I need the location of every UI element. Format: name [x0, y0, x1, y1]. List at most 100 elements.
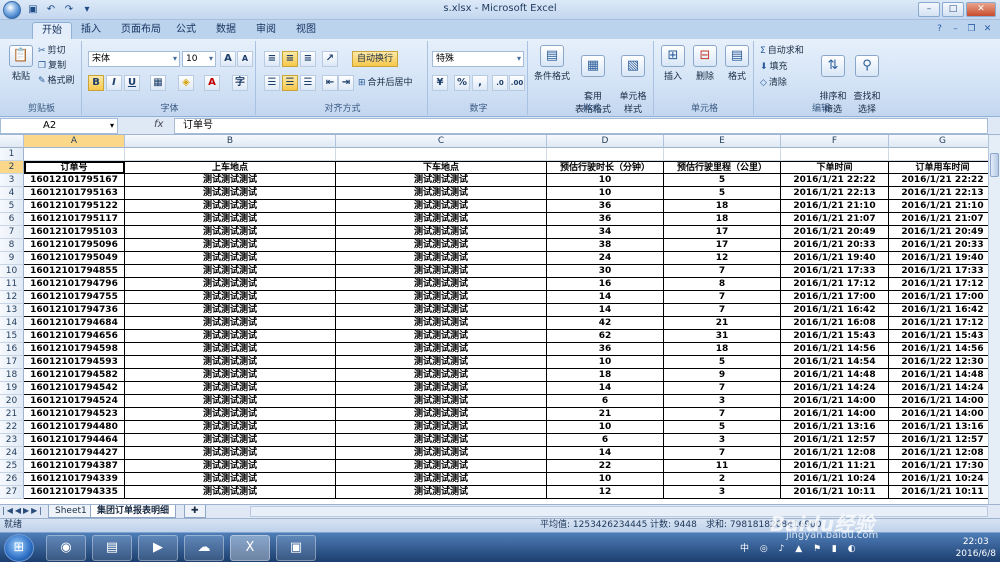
table-cell[interactable]: 测试测试测试 [336, 304, 547, 317]
clock[interactable]: 22:03 2016/6/8 [956, 536, 996, 560]
header-cell[interactable]: 预估行驶时长（分钟） [547, 161, 664, 174]
row-header-8[interactable]: 8 [0, 239, 24, 252]
table-cell[interactable]: 16012101795117 [24, 213, 125, 226]
bold-button[interactable]: B [88, 75, 104, 91]
table-cell[interactable]: 测试测试测试 [125, 239, 336, 252]
table-cell[interactable]: 测试测试测试 [125, 330, 336, 343]
align-middle-button[interactable]: ≡ [282, 51, 298, 67]
table-cell[interactable]: 7 [664, 304, 781, 317]
table-cell[interactable]: 2016/1/21 17:12 [781, 278, 889, 291]
format-cells-button[interactable]: ▤ 格式 [722, 45, 752, 82]
paste-button[interactable]: 📋 粘贴 [6, 45, 36, 82]
table-cell[interactable]: 16012101794464 [24, 434, 125, 447]
cell[interactable] [336, 148, 547, 161]
header-cell[interactable]: 订单号 [24, 161, 125, 174]
align-bottom-button[interactable]: ≡ [300, 51, 316, 67]
clear-button[interactable]: ◇ 清除 [760, 77, 787, 89]
cell[interactable] [547, 148, 664, 161]
table-cell[interactable]: 测试测试测试 [125, 395, 336, 408]
table-cell[interactable]: 21 [664, 317, 781, 330]
horizontal-scrollbar[interactable] [250, 506, 988, 517]
table-cell[interactable]: 9 [664, 369, 781, 382]
delete-cells-button[interactable]: ⊟ 删除 [690, 45, 720, 82]
table-cell[interactable]: 测试测试测试 [336, 317, 547, 330]
name-box[interactable]: A2 [0, 118, 118, 134]
table-cell[interactable]: 测试测试测试 [336, 356, 547, 369]
table-cell[interactable]: 10 [547, 356, 664, 369]
table-cell[interactable]: 2016/1/21 14:00 [889, 395, 988, 408]
conditional-format-button[interactable]: ▤ 条件格式 [532, 45, 572, 82]
table-cell[interactable]: 测试测试测试 [336, 447, 547, 460]
help-icon[interactable]: ? [933, 23, 946, 36]
close-button[interactable]: ✕ [966, 2, 996, 17]
table-cell[interactable]: 8 [664, 278, 781, 291]
table-cell[interactable]: 测试测试测试 [336, 473, 547, 486]
row-header-5[interactable]: 5 [0, 200, 24, 213]
table-cell[interactable]: 2016/1/21 21:07 [889, 213, 988, 226]
table-cell[interactable]: 2016/1/21 21:10 [781, 200, 889, 213]
table-cell[interactable]: 6 [547, 434, 664, 447]
table-cell[interactable]: 2016/1/21 22:22 [781, 174, 889, 187]
table-cell[interactable]: 14 [547, 304, 664, 317]
minimize-button[interactable]: – [918, 2, 940, 17]
row-header-19[interactable]: 19 [0, 382, 24, 395]
sheet-nav-buttons[interactable]: |◀◀▶▶| [2, 506, 44, 515]
table-cell[interactable]: 测试测试测试 [336, 265, 547, 278]
table-cell[interactable]: 测试测试测试 [125, 174, 336, 187]
table-cell[interactable]: 16012101794387 [24, 460, 125, 473]
table-cell[interactable]: 测试测试测试 [125, 200, 336, 213]
table-cell[interactable]: 测试测试测试 [125, 213, 336, 226]
table-cell[interactable]: 2016/1/21 16:42 [781, 304, 889, 317]
table-cell[interactable]: 2016/1/21 12:57 [889, 434, 988, 447]
table-cell[interactable]: 16 [547, 278, 664, 291]
insert-sheet-icon[interactable]: ✚ [184, 505, 206, 518]
table-cell[interactable]: 2016/1/21 14:54 [781, 356, 889, 369]
underline-button[interactable]: U [124, 75, 140, 91]
photo-taskbar-icon[interactable]: ▣ [276, 535, 316, 561]
vertical-scroll-thumb[interactable] [990, 153, 999, 177]
windows-start-icon[interactable]: ⊞ [4, 534, 34, 562]
table-cell[interactable]: 34 [547, 226, 664, 239]
table-cell[interactable]: 2016/1/21 14:48 [781, 369, 889, 382]
tab-view[interactable]: 视图 [287, 22, 325, 39]
autosum-button[interactable]: Σ 自动求和 [760, 45, 804, 57]
table-cell[interactable]: 17 [664, 239, 781, 252]
vertical-scrollbar[interactable] [988, 135, 1000, 504]
table-cell[interactable]: 16012101794736 [24, 304, 125, 317]
header-cell[interactable]: 下单时间 [781, 161, 889, 174]
table-cell[interactable]: 2016/1/21 14:24 [889, 382, 988, 395]
table-cell[interactable]: 2 [664, 473, 781, 486]
row-header-27[interactable]: 27 [0, 486, 24, 499]
header-cell[interactable]: 预估行驶里程（公里） [664, 161, 781, 174]
comma-button[interactable]: , [472, 75, 488, 91]
table-cell[interactable]: 2016/1/21 13:16 [781, 421, 889, 434]
table-cell[interactable]: 2016/1/21 22:13 [889, 187, 988, 200]
table-cell[interactable]: 2016/1/21 15:43 [781, 330, 889, 343]
table-cell[interactable]: 36 [547, 213, 664, 226]
table-cell[interactable]: 2016/1/21 20:33 [781, 239, 889, 252]
row-header-13[interactable]: 13 [0, 304, 24, 317]
table-cell[interactable]: 16012101795103 [24, 226, 125, 239]
header-cell[interactable]: 上车地点 [125, 161, 336, 174]
ime-indicator[interactable]: 中 [740, 544, 753, 554]
orientation-button[interactable]: ↗ [322, 51, 338, 67]
table-cell[interactable]: 16012101794339 [24, 473, 125, 486]
merge-center-button[interactable]: ⊞ 合并后居中 [358, 77, 413, 89]
table-cell[interactable]: 2016/1/21 14:24 [781, 382, 889, 395]
table-cell[interactable]: 12 [664, 252, 781, 265]
table-cell[interactable]: 2016/1/21 10:11 [889, 486, 988, 499]
row-header-12[interactable]: 12 [0, 291, 24, 304]
table-cell[interactable]: 10 [547, 174, 664, 187]
table-cell[interactable]: 2016/1/21 17:33 [781, 265, 889, 278]
table-cell[interactable]: 2016/1/21 17:00 [781, 291, 889, 304]
table-cell[interactable]: 2016/1/21 20:33 [889, 239, 988, 252]
row-header-16[interactable]: 16 [0, 343, 24, 356]
table-cell[interactable]: 2016/1/21 19:40 [889, 252, 988, 265]
table-cell[interactable]: 36 [547, 343, 664, 356]
table-cell[interactable]: 2016/1/21 10:24 [781, 473, 889, 486]
table-cell[interactable]: 2016/1/21 17:30 [889, 460, 988, 473]
table-cell[interactable]: 2016/1/21 11:21 [781, 460, 889, 473]
table-cell[interactable]: 测试测试测试 [125, 356, 336, 369]
tab-insert[interactable]: 插入 [72, 22, 110, 39]
font-size-select[interactable]: 10 [182, 51, 216, 67]
